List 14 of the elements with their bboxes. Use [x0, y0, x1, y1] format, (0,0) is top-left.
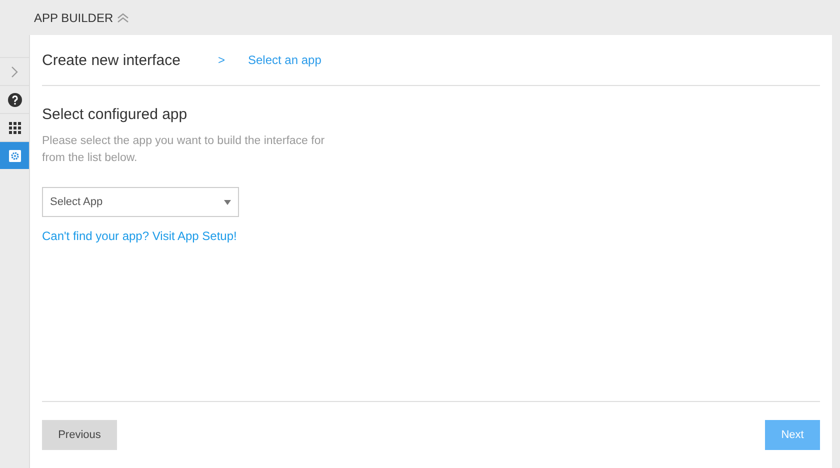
caret-icon: [224, 200, 231, 204]
app-select[interactable]: Select App: [42, 187, 239, 217]
collapse-icon[interactable]: [117, 12, 130, 24]
settings-icon: [8, 150, 20, 162]
section-heading: Select configured app: [42, 106, 188, 123]
section-description: Please select the app you want to build the interface for from the list below.: [42, 134, 326, 166]
grid-icon: [8, 122, 20, 134]
chevron-right-icon: [10, 66, 18, 78]
previous-button[interactable]: Previous: [42, 420, 117, 450]
app-title: APP BUILDER: [34, 10, 114, 24]
help-icon: [8, 92, 22, 106]
breadcrumb-separator: >: [218, 53, 226, 67]
page-title: Create new interface: [42, 52, 182, 68]
breadcrumb-step: Select an app: [248, 53, 322, 67]
